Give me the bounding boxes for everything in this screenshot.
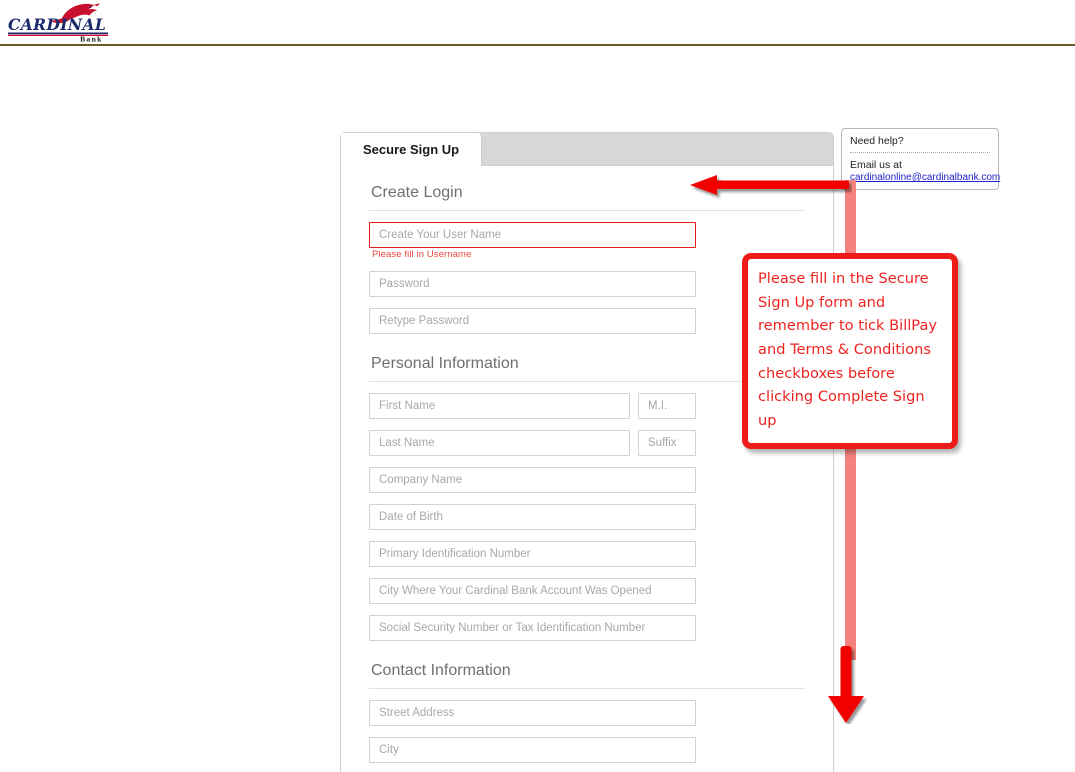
field-row: Last Name Suffix [369,430,805,456]
company-name-input[interactable]: Company Name [369,467,696,493]
first-name-input[interactable]: First Name [369,393,630,419]
password-input[interactable]: Password [369,271,696,297]
svg-text:CARDINAL: CARDINAL [8,15,106,34]
city-input[interactable]: City [369,737,696,763]
tab-secure-sign-up[interactable]: Secure Sign Up [341,133,483,167]
tab-strip: Secure Sign Up [341,133,833,167]
middle-initial-input[interactable]: M.I. [638,393,696,419]
need-help-email-label: Email us at [850,159,902,171]
field-row: Create Your User Name [369,222,805,248]
ssn-tin-input[interactable]: Social Security Number or Tax Identifica… [369,615,696,641]
field-row: Social Security Number or Tax Identifica… [369,615,805,641]
last-name-input[interactable]: Last Name [369,430,630,456]
field-row: Company Name [369,467,805,493]
svg-text:Bank: Bank [80,37,102,43]
need-help-title: Need help? [850,135,990,153]
field-row: Street Address [369,700,805,726]
field-row: First Name M.I. [369,393,805,419]
cardinal-bank-logo[interactable]: CARDINAL Bank [6,2,116,42]
street-address-input[interactable]: Street Address [369,700,696,726]
signup-form: Create Login Create Your User Name Please … [341,166,833,763]
username-input[interactable]: Create Your User Name [369,222,696,248]
field-row: Primary Identification Number [369,541,805,567]
site-header: CARDINAL Bank [0,0,1075,46]
section-heading: Create Login [369,184,805,211]
field-row: City [369,737,805,763]
field-row: Date of Birth [369,504,805,530]
section-heading: Personal Information [369,355,805,382]
retype-password-input[interactable]: Retype Password [369,308,696,334]
field-row: Password [369,271,805,297]
need-help-box: Need help? Email us at cardinalonline@ca… [841,128,1000,190]
primary-id-number-input[interactable]: Primary Identification Number [369,541,696,567]
account-city-input[interactable]: City Where Your Cardinal Bank Account Wa… [369,578,696,604]
suffix-input[interactable]: Suffix [638,430,696,456]
support-email-link[interactable]: cardinalonline@cardinalbank.com [850,172,1000,183]
field-row: Retype Password [369,308,805,334]
section-heading: Contact Information [369,662,805,689]
page-body: Need help? Email us at cardinalonline@ca… [0,48,1075,772]
secure-signup-panel: Secure Sign Up Create Login Create Your U… [340,132,834,772]
date-of-birth-input[interactable]: Date of Birth [369,504,696,530]
field-row: City Where Your Cardinal Bank Account Wa… [369,578,805,604]
field-error-message: Please fill in Username [372,249,472,260]
